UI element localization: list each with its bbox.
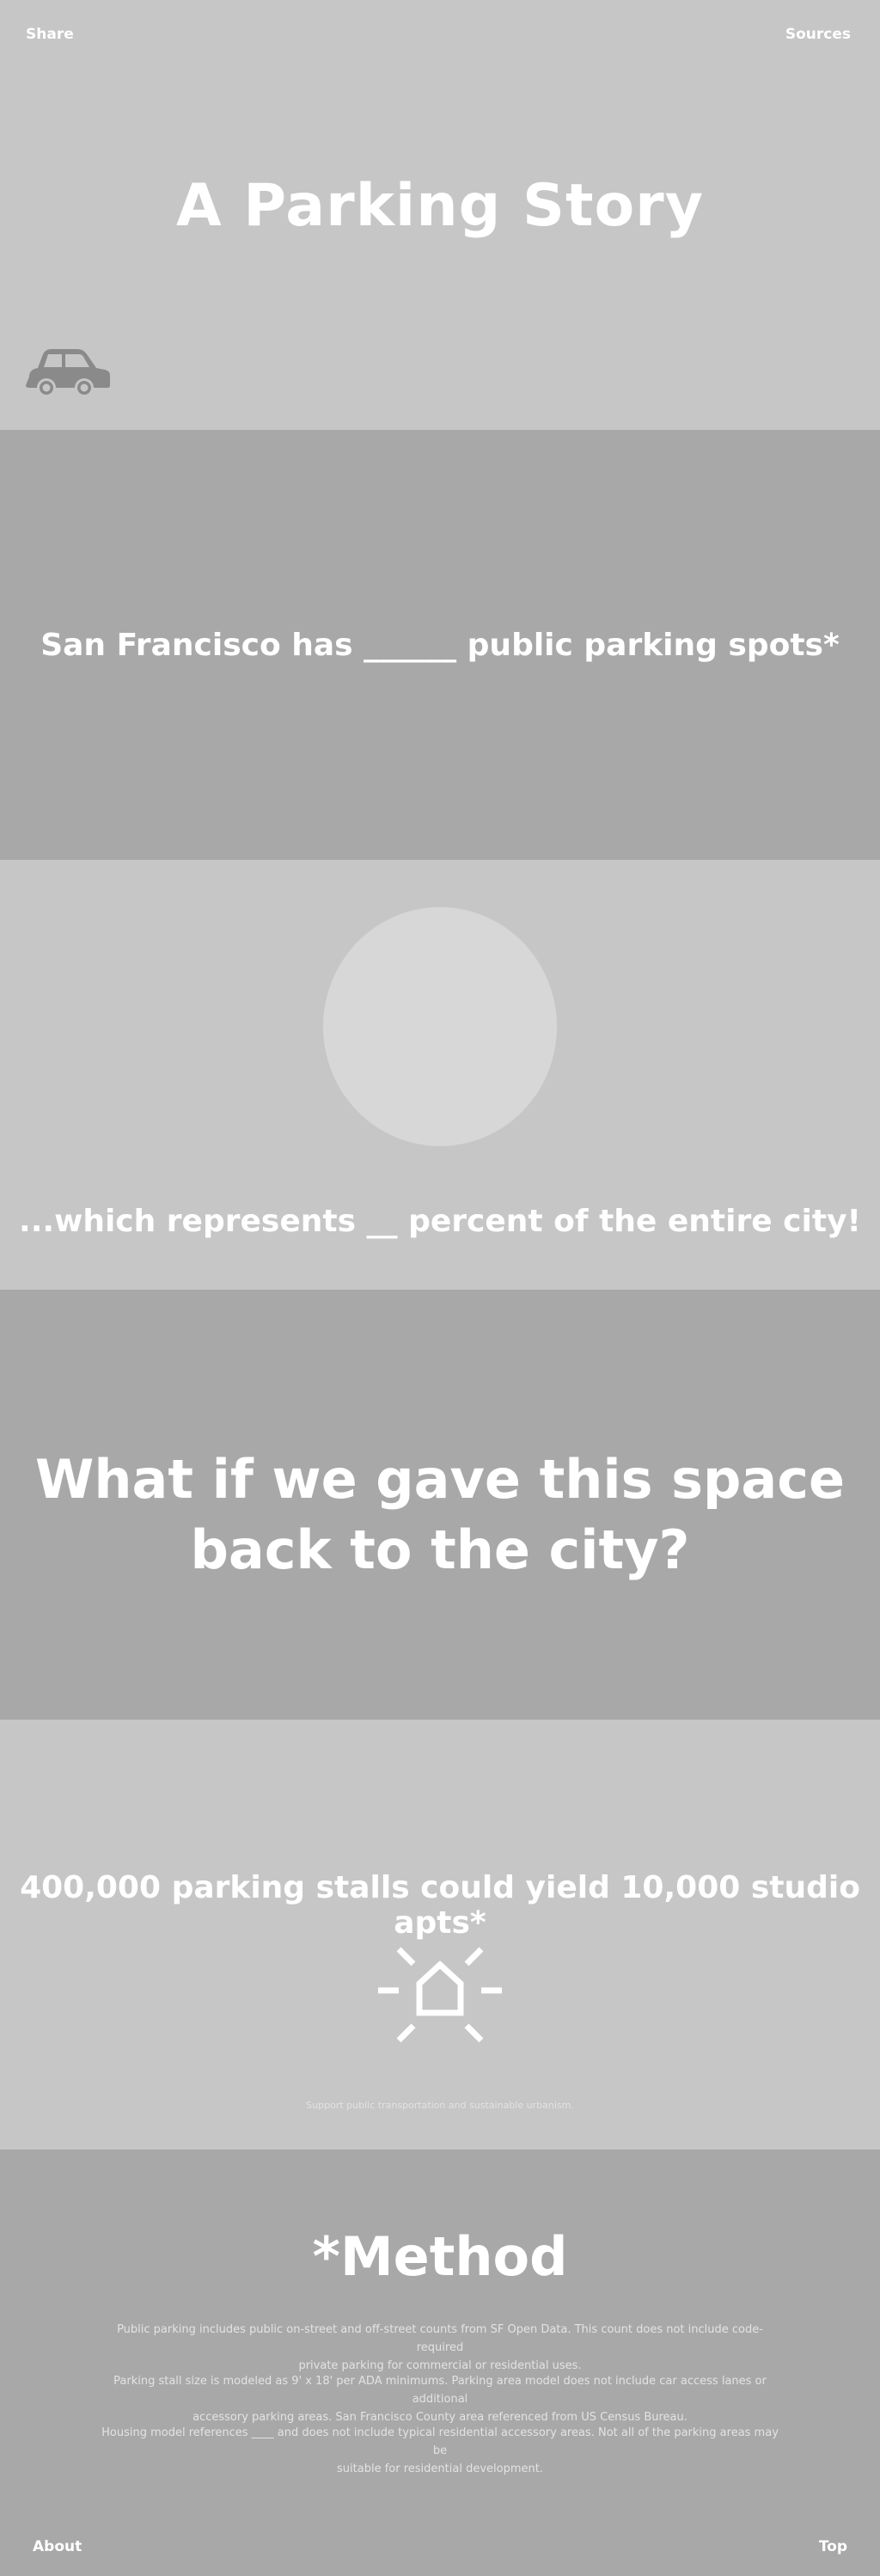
yield-headline: 400,000 parking stalls could yield 10,00… — [20, 1870, 860, 1941]
question-line-1: What if we gave this space — [34, 1448, 846, 1511]
percent-section: ...which represents __ percent of the en… — [0, 860, 880, 1290]
method-paragraph-1-line-1: Public parking includes public on-street… — [117, 2323, 763, 2354]
share-link[interactable]: Share — [26, 26, 74, 43]
city-area-circle — [323, 907, 557, 1146]
method-paragraph-3-line-2: suitable for residential development. — [337, 2463, 543, 2475]
sources-link[interactable]: Sources — [785, 26, 851, 43]
question-headline: What if we gave this space back to the c… — [0, 1444, 880, 1585]
question-line-2: back to the city? — [190, 1518, 690, 1581]
car-icon — [26, 349, 110, 397]
about-link[interactable]: About — [33, 2538, 82, 2555]
method-paragraph-2: Parking stall size is modeled as 9' x 18… — [96, 2372, 784, 2426]
method-title: *Method — [312, 2225, 568, 2288]
top-link[interactable]: Top — [819, 2538, 847, 2555]
method-paragraph-3-line-1: Housing model references ____ and does n… — [101, 2426, 779, 2457]
spots-headline: San Francisco has ______ public parking … — [40, 628, 840, 663]
method-paragraph-2-line-1: Parking stall size is modeled as 9' x 18… — [113, 2375, 767, 2406]
hero-section: Share Sources A Parking Story — [0, 0, 880, 430]
method-paragraph-3: Housing model references ____ and does n… — [96, 2424, 784, 2478]
house-icon — [378, 1947, 502, 2043]
percent-headline: ...which represents __ percent of the en… — [19, 1204, 861, 1239]
yield-caption: Support public transportation and sustai… — [306, 2100, 574, 2111]
spots-section: San Francisco has ______ public parking … — [0, 430, 880, 860]
yield-section: 400,000 parking stalls could yield 10,00… — [0, 1720, 880, 2150]
page-title: A Parking Story — [175, 172, 705, 240]
method-section: *Method Public parking includes public o… — [0, 2150, 880, 2576]
question-section: What if we gave this space back to the c… — [0, 1290, 880, 1720]
method-paragraph-1: Public parking includes public on-street… — [96, 2321, 784, 2375]
